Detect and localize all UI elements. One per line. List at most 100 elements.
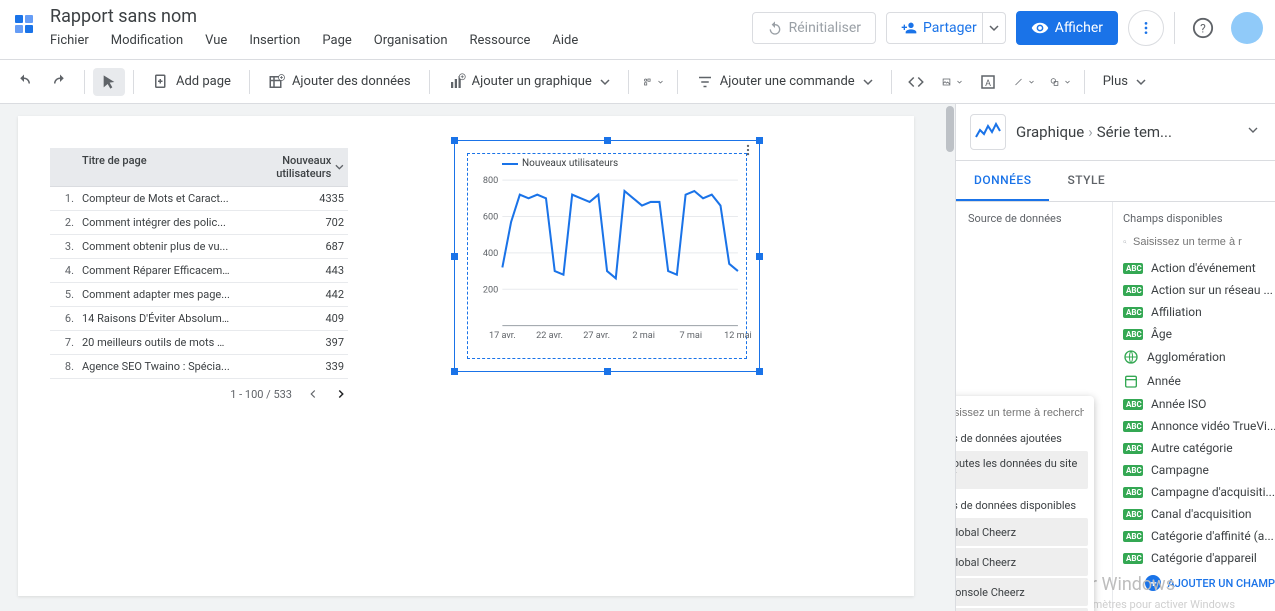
field-row[interactable]: ABCAffiliation [1123,301,1275,323]
code-icon [907,73,925,91]
image-button[interactable] [936,67,968,97]
view-button[interactable]: Afficher [1016,11,1118,45]
field-row[interactable]: ABCAction d'événement [1123,257,1275,279]
doc-title[interactable]: Rapport sans nom [50,6,752,27]
line-button[interactable] [1008,67,1040,97]
undo-icon [767,20,783,36]
field-row[interactable]: ABCCatégorie d'appareil [1123,547,1275,569]
more-button[interactable]: Plus [1093,68,1156,95]
field-row[interactable]: ABCAutre catégorie [1123,437,1275,459]
table-row[interactable]: 3.Comment obtenir plus de vu...687 [50,235,348,259]
fields-label: Champs disponibles [1123,212,1275,225]
text-button[interactable]: A [972,67,1004,97]
chevron-right-icon[interactable] [334,387,348,401]
collapse-button[interactable] [1245,122,1261,142]
menu-page[interactable]: Page [322,33,351,48]
resize-handle[interactable] [604,137,611,144]
field-row[interactable]: ABCAnnonce vidéo TrueVi... [1123,415,1275,437]
field-row[interactable]: ABCCanal d'acquisition [1123,503,1275,525]
ds-item-added[interactable]: Toutes les données du site W [956,451,1088,489]
add-field-button[interactable]: +AJOUTER UN CHAMP [1123,569,1275,591]
resize-handle[interactable] [756,137,763,144]
resize-handle[interactable] [451,253,458,260]
abc-chip: ABC [1123,329,1143,340]
field-label: Catégorie d'appareil [1151,551,1257,565]
blocks-icon [643,73,652,91]
resize-handle[interactable] [451,137,458,144]
share-button[interactable]: Partager [886,12,1006,44]
avatar[interactable] [1231,12,1263,44]
add-data-button[interactable]: Ajouter des données [258,67,421,97]
field-row[interactable]: ABCCatégorie d'affinité (a... [1123,525,1275,547]
ds-item[interactable]: Global Cheerz [956,518,1088,546]
table-row[interactable]: 7.20 meilleurs outils de mots c...397 [50,331,348,355]
resize-handle[interactable] [756,253,763,260]
table-header-b[interactable]: Nouveaux utilisateurs [234,148,348,186]
add-data-label: Ajouter des données [292,74,411,89]
field-label: Campagne d'acquisiti... [1151,485,1275,499]
resize-handle[interactable] [756,368,763,375]
table-row[interactable]: 6.14 Raisons D'Éviter Absolum...409 [50,307,348,331]
menu-insert[interactable]: Insertion [249,33,300,48]
menu-resource[interactable]: Ressource [470,33,531,48]
add-chart-button[interactable]: Ajouter un graphique [438,67,620,97]
redo-button[interactable] [44,67,76,97]
field-row[interactable]: ABCAnnée ISO [1123,393,1275,415]
help-button[interactable]: ? [1185,10,1221,46]
svg-text:800: 800 [483,175,498,186]
table-row[interactable]: 2.Comment intégrer des polic...702 [50,211,348,235]
field-row[interactable]: ABCAction sur un réseau ... [1123,279,1275,301]
report-canvas[interactable]: Titre de page Nouveaux utilisateurs 1.Co… [18,116,914,596]
line-icon [1014,73,1023,91]
reset-button[interactable]: Réinitialiser [752,12,876,44]
scrollbar[interactable] [946,106,954,611]
tab-style[interactable]: STYLE [1049,161,1123,201]
menu-arrange[interactable]: Organisation [374,33,448,48]
table-header-a[interactable]: Titre de page [78,148,234,186]
add-control-button[interactable]: Ajouter une commande [686,67,883,97]
shape-button[interactable] [1044,67,1076,97]
person-add-icon [901,20,917,36]
menu-file[interactable]: Fichier [50,33,89,48]
data-add-icon [268,73,286,91]
time-series-chart[interactable]: Nouveaux utilisateurs 20040060080017 avr… [454,140,760,372]
chart-type-icon[interactable] [970,114,1006,150]
abc-chip: ABC [1123,285,1143,296]
ds-item[interactable]: Console Cheerz [956,578,1088,606]
ds-item[interactable]: Global Cheerz [956,548,1088,576]
panel-breadcrumb[interactable]: Graphique›Série tem... [1016,123,1235,141]
app-logo[interactable] [12,12,36,36]
field-row[interactable]: ABCÂge [1123,323,1275,345]
resize-handle[interactable] [451,368,458,375]
caret-down-icon[interactable] [989,23,999,33]
field-row[interactable]: Année [1123,369,1275,393]
fields-search-input[interactable] [1133,236,1275,248]
table-row[interactable]: 8.Agence SEO Twaino : Spécia...339 [50,355,348,379]
tab-data[interactable]: DONNÉES [956,161,1049,201]
data-table[interactable]: Titre de page Nouveaux utilisateurs 1.Co… [50,148,348,401]
undo-button[interactable] [8,67,40,97]
properties-panel: Graphique›Série tem... DONNÉES STYLE Sou… [955,104,1275,611]
menu-edit[interactable]: Modification [111,33,183,48]
ds-added-label: Sources de données ajoutées [956,424,1094,449]
field-row[interactable]: Agglomération [1123,345,1275,369]
select-tool[interactable] [93,68,125,96]
add-page-button[interactable]: Add page [142,67,241,97]
table-row[interactable]: 1.Compteur de Mots et Caract...4335 [50,187,348,211]
menu-view[interactable]: Vue [205,33,227,48]
svg-text:600: 600 [483,212,498,223]
field-row[interactable]: ABCCampagne [1123,459,1275,481]
menu-help[interactable]: Aide [552,33,578,48]
add-control-label: Ajouter une commande [720,74,855,89]
table-row[interactable]: 4.Comment Réparer Efficacem...443 [50,259,348,283]
more-vert-button[interactable] [1128,10,1164,46]
field-row[interactable]: ABCCampagne d'acquisiti... [1123,481,1275,503]
chevron-left-icon[interactable] [306,387,320,401]
community-viz-button[interactable] [637,67,669,97]
eye-icon [1031,19,1049,37]
table-row[interactable]: 5.Comment adapter mes page...442 [50,283,348,307]
data-source-search-input[interactable] [956,407,1084,419]
field-label: Autre catégorie [1151,441,1233,455]
resize-handle[interactable] [604,368,611,375]
embed-button[interactable] [900,67,932,97]
